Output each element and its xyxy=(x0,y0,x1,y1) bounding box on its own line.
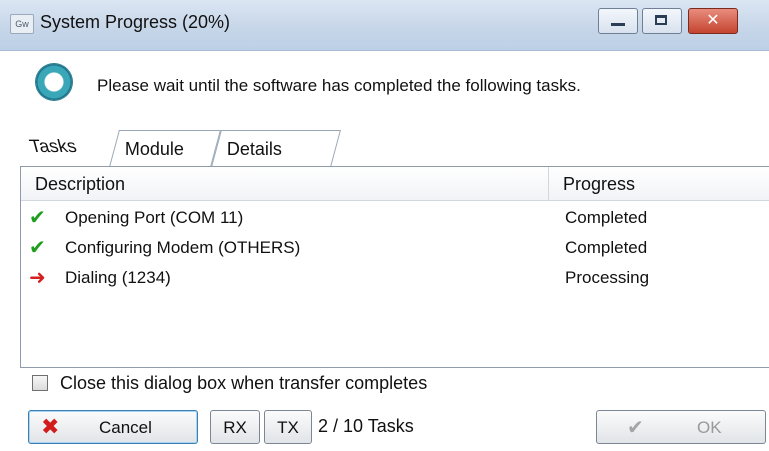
ok-button[interactable]: ✔ OK xyxy=(596,410,766,444)
app-icon-label: Gw xyxy=(15,19,29,29)
window-title: System Progress (20%) xyxy=(40,12,231,32)
close-window-button[interactable]: ✕ xyxy=(688,8,738,34)
maximize-button[interactable] xyxy=(642,8,682,34)
notice-text: Please wait until the software has compl… xyxy=(97,76,581,95)
table-row: ✔ Configuring Modem (OTHERS) Completed xyxy=(21,233,769,263)
arrow-right-icon: ➜ xyxy=(29,267,46,289)
tx-label: TX xyxy=(277,418,299,437)
task-description: Opening Port (COM 11) xyxy=(65,208,244,227)
cancel-button[interactable]: ✖ Cancel xyxy=(28,410,198,444)
tab-tasks-label: Tasks xyxy=(27,136,79,156)
column-header-description[interactable]: Description xyxy=(21,167,549,201)
task-description: Configuring Modem (OTHERS) xyxy=(65,238,301,257)
column-header-progress[interactable]: Progress xyxy=(549,167,769,201)
ok-label: OK xyxy=(697,418,722,437)
tab-details[interactable]: Details xyxy=(211,130,341,167)
check-icon: ✔ xyxy=(29,207,46,229)
task-count: 2 / 10 Tasks xyxy=(318,416,414,436)
close-on-complete-label[interactable]: Close this dialog box when transfer comp… xyxy=(60,373,427,394)
rx-label: RX xyxy=(223,418,247,437)
minimize-button[interactable] xyxy=(598,8,638,34)
busy-spinner-icon xyxy=(36,64,72,100)
task-progress: Processing xyxy=(565,268,650,287)
task-progress: Completed xyxy=(565,238,648,257)
check-icon: ✔ xyxy=(29,237,46,259)
task-list: Description Progress ✔ Opening Port (COM… xyxy=(20,166,769,368)
cancel-label: Cancel xyxy=(99,418,152,437)
task-progress: Completed xyxy=(565,208,648,227)
task-description: Dialing (1234) xyxy=(65,268,171,287)
maximize-icon xyxy=(655,15,667,25)
minimize-icon xyxy=(611,23,625,26)
table-row: ➜ Dialing (1234) Processing xyxy=(21,263,769,293)
tab-tasks[interactable]: Tasks xyxy=(20,128,86,164)
table-row: ✔ Opening Port (COM 11) Completed xyxy=(21,203,769,233)
app-icon: Gw xyxy=(10,14,34,34)
tab-details-label: Details xyxy=(226,139,282,159)
tab-module-label: Module xyxy=(124,139,184,159)
cancel-x-icon: ✖ xyxy=(41,414,60,439)
tx-button[interactable]: TX xyxy=(264,410,312,444)
check-icon: ✔ xyxy=(627,417,644,439)
close-on-complete-checkbox[interactable] xyxy=(32,375,48,391)
close-icon: ✕ xyxy=(706,12,720,29)
tab-module[interactable]: Module xyxy=(109,130,221,167)
title-bar[interactable]: Gw System Progress (20%) ✕ xyxy=(0,0,769,51)
rx-button[interactable]: RX xyxy=(210,410,260,444)
